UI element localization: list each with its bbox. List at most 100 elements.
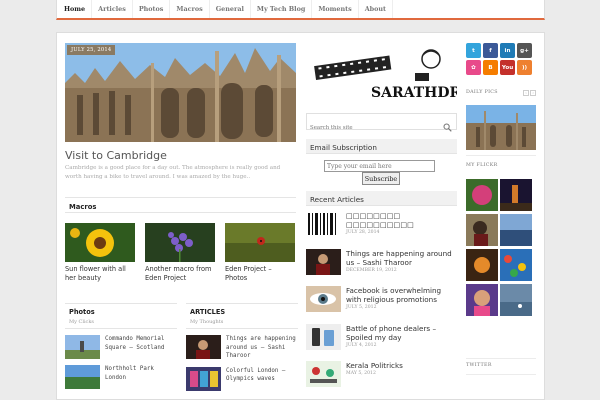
flickr-photo[interactable]	[500, 249, 532, 281]
site-logo[interactable]: SARATHDR	[311, 45, 461, 101]
email-subscription-heading: Email Subscription	[306, 139, 457, 154]
macro-card-sunflower[interactable]: Sun flower with all her beauty	[65, 223, 135, 282]
macros-section-header: Macros	[65, 197, 296, 213]
youtube-icon[interactable]: You	[500, 60, 515, 75]
macro-caption[interactable]: Eden Project – Photos	[225, 265, 295, 282]
search-box	[306, 113, 457, 136]
recent-article-item[interactable]: □□□□□□□□ □□□□□□□□□□ JULY 28, 2014	[306, 211, 457, 237]
northholt-park-photo[interactable]	[65, 365, 100, 389]
logo-text: SARATHDR	[371, 85, 457, 99]
recent-article-date: JULY 4, 2012	[346, 343, 377, 348]
blogger-icon[interactable]: B	[483, 60, 498, 75]
photos-section: Photos My Clicks Commando Memorial Squar…	[65, 303, 177, 389]
nav-item-tech-blog[interactable]: My Tech Blog	[251, 0, 313, 18]
recent-article-title[interactable]: Battle of phone dealers – Spoiled my day	[346, 324, 457, 342]
flickr-photo[interactable]	[466, 179, 498, 211]
daily-pics-label: DAILY PICS	[466, 90, 498, 95]
list-item[interactable]: Colorful London – Olympics waves	[186, 366, 298, 391]
macros-heading: Macros	[69, 203, 97, 211]
flickr-photo[interactable]	[500, 214, 532, 246]
commando-memorial-photo[interactable]	[65, 335, 100, 359]
purple-flower-photo[interactable]	[145, 223, 215, 262]
nav-item-home[interactable]: Home	[58, 0, 93, 18]
nav-menu: Home Articles Photos Macros General My T…	[57, 0, 544, 18]
nav-item-photos[interactable]: Photos	[133, 0, 171, 18]
page-content: JULY 25, 2014 Visit to Cambridge Cambrid…	[56, 32, 545, 400]
nav-item-about[interactable]: About	[359, 0, 393, 18]
recent-article-thumb[interactable]	[306, 361, 341, 387]
recent-article-date: JULY 5, 2012	[346, 305, 377, 310]
recent-article-title[interactable]: Things are happening around us – Sashi T…	[346, 249, 457, 267]
recent-article-date: MAY 5, 2012	[346, 371, 376, 376]
articles-header: ARTICLES My Thoughts	[186, 303, 298, 329]
divider	[466, 374, 536, 375]
list-item[interactable]: Northholt Park London	[65, 365, 177, 389]
recent-article-thumb[interactable]	[306, 286, 341, 312]
google-plus-icon[interactable]: g+	[517, 43, 532, 58]
facebook-icon[interactable]: f	[483, 43, 498, 58]
photos-header: Photos My Clicks	[65, 303, 177, 329]
search-icon[interactable]	[443, 117, 452, 136]
photos-title[interactable]: Photos	[69, 308, 173, 316]
recent-article-thumb[interactable]	[306, 249, 341, 275]
flickr-photo[interactable]	[466, 214, 498, 246]
recent-article-item[interactable]: Facebook is overwhelming with religious …	[306, 286, 457, 312]
linkedin-icon[interactable]: in	[500, 43, 515, 58]
flickr-photo[interactable]	[500, 179, 532, 211]
recent-articles-heading: Recent Articles	[306, 191, 457, 206]
articles-subtitle: My Thoughts	[190, 319, 224, 325]
top-navigation-bar: Home Articles Photos Macros General My T…	[56, 0, 545, 20]
flickr-icon[interactable]: ✿	[466, 60, 481, 75]
photos-subtitle: My Clicks	[69, 319, 94, 325]
recent-article-title[interactable]: □□□□□□□□ □□□□□□□□□□	[346, 211, 457, 229]
list-item[interactable]: Commando Memorial Square – Scotland	[65, 335, 177, 359]
daily-pics-arrows: ‹ ›	[523, 90, 536, 96]
macro-card-eden-photos[interactable]: Eden Project – Photos	[225, 223, 295, 282]
nav-item-moments[interactable]: Moments	[312, 0, 359, 18]
featured-post-image[interactable]: JULY 25, 2014	[65, 43, 296, 142]
nav-item-macros[interactable]: Macros	[170, 0, 210, 18]
flickr-photo[interactable]	[466, 249, 498, 281]
sunflower-photo[interactable]	[65, 223, 135, 262]
recent-article-title[interactable]: Facebook is overwhelming with religious …	[346, 286, 457, 304]
list-item[interactable]: Things are happening around us – Sashi T…	[186, 335, 298, 361]
rss-icon[interactable]: ))	[517, 60, 532, 75]
my-flickr-label: MY FLICKR	[466, 163, 498, 168]
list-item-title[interactable]: Colorful London – Olympics waves	[226, 367, 298, 391]
subscribe-button[interactable]: Subscribe	[362, 172, 400, 185]
daily-pic-image[interactable]	[466, 105, 536, 150]
recent-article-thumb[interactable]	[306, 211, 341, 237]
flickr-photo[interactable]	[466, 284, 498, 316]
flickr-photo[interactable]	[500, 284, 532, 316]
colorful-london-photo[interactable]	[186, 366, 221, 391]
recent-article-date: JULY 28, 2014	[346, 230, 380, 235]
list-item-title[interactable]: Northholt Park London	[105, 365, 177, 389]
recent-article-item[interactable]: Things are happening around us – Sashi T…	[306, 249, 457, 275]
articles-section: ARTICLES My Thoughts Things are happenin…	[186, 303, 298, 391]
macro-card-eden[interactable]: Another macro from Eden Project	[145, 223, 215, 282]
prev-arrow-icon[interactable]: ‹	[523, 90, 529, 96]
featured-date-badge: JULY 25, 2014	[67, 45, 116, 55]
macro-caption[interactable]: Another macro from Eden Project	[145, 265, 215, 282]
articles-title[interactable]: ARTICLES	[190, 308, 294, 316]
featured-post-excerpt: Cambridge is a good place for a day out.…	[65, 165, 281, 180]
tharoor-photo[interactable]	[186, 335, 221, 359]
search-input[interactable]	[307, 120, 432, 136]
nav-item-articles[interactable]: Articles	[92, 0, 133, 18]
flickr-grid	[466, 179, 536, 316]
featured-post-title[interactable]: Visit to Cambridge	[65, 149, 167, 162]
divider	[466, 358, 536, 359]
next-arrow-icon[interactable]: ›	[530, 90, 536, 96]
recent-article-item[interactable]: Kerala Politricks MAY 5, 2012	[306, 361, 457, 387]
ladybird-photo[interactable]	[225, 223, 295, 262]
list-item-title[interactable]: Things are happening around us – Sashi T…	[226, 335, 298, 361]
recent-article-thumb[interactable]	[306, 324, 341, 350]
recent-article-title[interactable]: Kerala Politricks	[346, 361, 403, 370]
nav-item-general[interactable]: General	[210, 0, 251, 18]
list-item-title[interactable]: Commando Memorial Square – Scotland	[105, 335, 177, 359]
divider	[466, 155, 536, 156]
recent-article-item[interactable]: Battle of phone dealers – Spoiled my day…	[306, 324, 457, 350]
email-field[interactable]	[324, 160, 435, 172]
twitter-icon[interactable]: t	[466, 43, 481, 58]
macro-caption[interactable]: Sun flower with all her beauty	[65, 265, 135, 282]
